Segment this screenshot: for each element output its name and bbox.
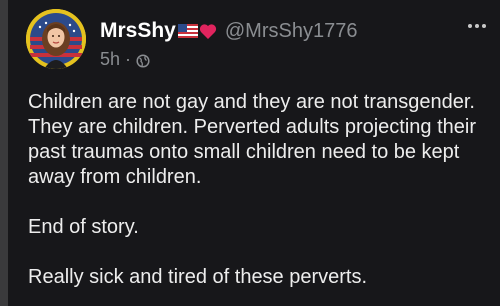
globe-icon [136, 52, 150, 68]
post-meta: 5h · [100, 48, 150, 70]
user-handle[interactable]: @MrsShy1776 [225, 20, 358, 43]
post-body: Children are not gay and they are not tr… [28, 90, 493, 290]
post-card: MrsShy @MrsShy1776 5h · Children are not… [8, 0, 500, 306]
post-paragraph: Children are not gay and they are not tr… [28, 91, 477, 188]
avatar-image [26, 9, 86, 69]
display-name[interactable]: MrsShy [100, 19, 176, 43]
meta-separator: · [125, 48, 132, 69]
post-paragraph: Really sick and tired of these perverts. [28, 266, 368, 288]
post-paragraph: End of story. [28, 216, 139, 238]
more-options-icon[interactable] [466, 22, 488, 30]
us-flag-emoji [177, 24, 198, 38]
avatar[interactable] [26, 9, 86, 69]
post-timestamp[interactable]: 5h [100, 49, 120, 70]
left-edge-strip [0, 0, 8, 306]
author-row: MrsShy @MrsShy1776 [100, 18, 357, 44]
red-heart-emoji [199, 23, 217, 40]
